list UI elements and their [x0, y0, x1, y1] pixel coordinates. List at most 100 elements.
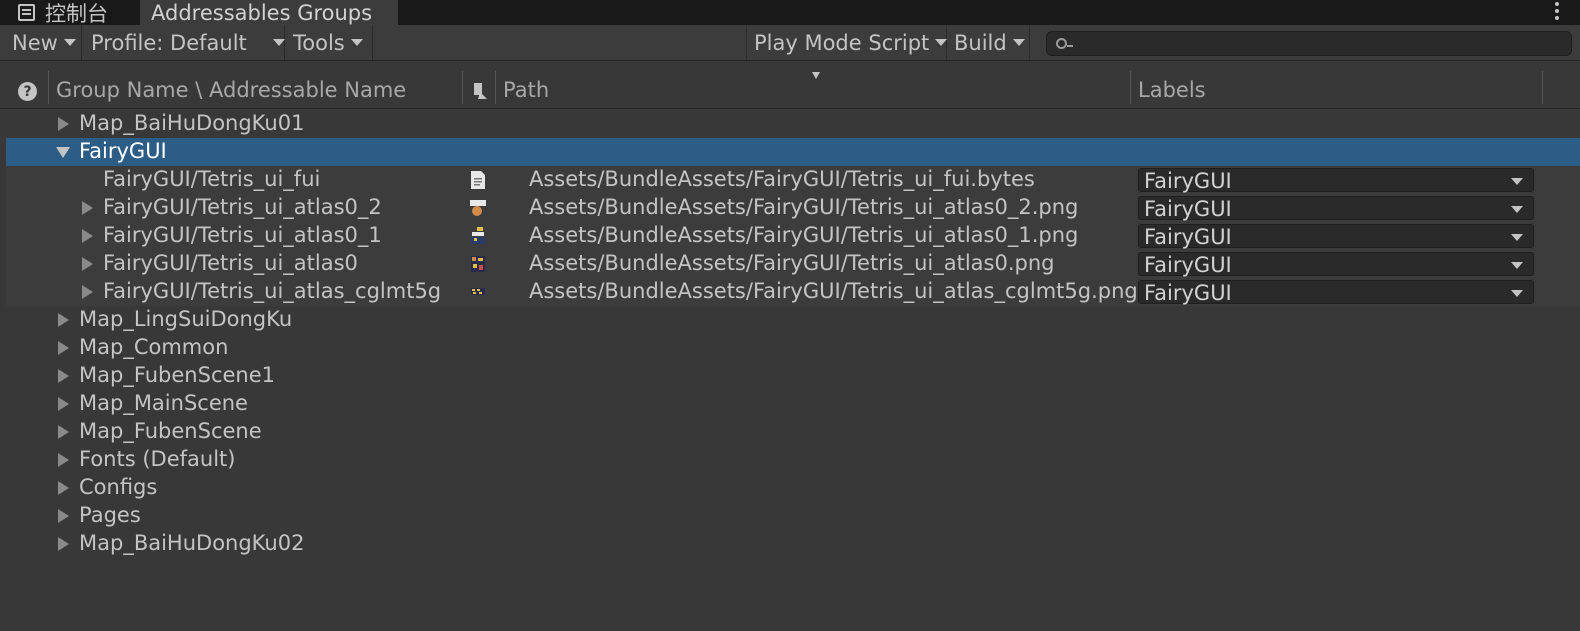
- texture-icon: [471, 288, 485, 295]
- column-divider[interactable]: [1130, 71, 1131, 104]
- entry-path: Assets/BundleAssets/FairyGUI/Tetris_ui_a…: [529, 279, 1138, 303]
- expand-arrow-icon[interactable]: [58, 453, 69, 467]
- chevron-down-icon: [350, 39, 363, 46]
- expand-arrow-icon[interactable]: [58, 509, 69, 523]
- group-row[interactable]: Fonts (Default): [6, 446, 1580, 474]
- expand-arrow-icon[interactable]: [82, 201, 93, 215]
- search-input[interactable]: [1046, 31, 1572, 56]
- expand-arrow-icon[interactable]: [58, 313, 69, 327]
- entry-row[interactable]: FairyGUI/Tetris_ui_atlas0_1 Assets/Bundl…: [6, 222, 1580, 250]
- tab-console-label: 控制台: [45, 1, 108, 26]
- expand-arrow-icon[interactable]: [58, 117, 69, 131]
- toolbar: New Profile: Default Tools Play Mode Scr…: [0, 25, 1580, 61]
- entry-name: FairyGUI/Tetris_ui_fui: [103, 167, 321, 191]
- group-name: FairyGUI: [79, 139, 167, 163]
- header-path[interactable]: Path: [503, 78, 549, 102]
- expand-arrow-icon[interactable]: [82, 257, 93, 271]
- texture-icon: [470, 200, 486, 216]
- chevron-down-icon: [935, 39, 948, 46]
- chevron-down-icon: [1511, 178, 1523, 185]
- play-mode-script-dropdown[interactable]: Play Mode Script: [746, 25, 948, 60]
- new-dropdown[interactable]: New: [0, 25, 82, 60]
- tab-addressables-label: Addressables Groups: [151, 0, 373, 25]
- search-icon: [1056, 38, 1073, 49]
- build-dropdown[interactable]: Build: [947, 25, 1030, 60]
- more-options-icon[interactable]: [1554, 0, 1560, 22]
- label-value: FairyGUI: [1144, 225, 1232, 249]
- column-divider[interactable]: [495, 71, 496, 104]
- group-row[interactable]: Pages: [6, 502, 1580, 530]
- entry-name: FairyGUI/Tetris_ui_atlas0_2: [103, 195, 382, 219]
- column-divider[interactable]: [462, 71, 463, 104]
- header-group-name[interactable]: Group Name \ Addressable Name: [56, 78, 406, 102]
- group-name: Fonts (Default): [79, 447, 236, 471]
- chevron-down-icon: [272, 39, 285, 46]
- entry-path: Assets/BundleAssets/FairyGUI/Tetris_ui_a…: [529, 195, 1079, 219]
- labels-dropdown[interactable]: FairyGUI: [1138, 196, 1534, 221]
- expand-arrow-icon[interactable]: [58, 425, 69, 439]
- tab-bar: 控制台 Addressables Groups: [0, 0, 1580, 26]
- entry-name: FairyGUI/Tetris_ui_atlas0: [103, 251, 358, 275]
- group-row[interactable]: Map_FubenScene1: [6, 362, 1580, 390]
- group-name: Map_MainScene: [79, 391, 248, 415]
- chevron-down-icon: [63, 39, 76, 46]
- chevron-down-icon: [1511, 290, 1523, 297]
- labels-dropdown[interactable]: FairyGUI: [1138, 224, 1534, 249]
- column-divider[interactable]: [48, 71, 49, 104]
- tools-dropdown[interactable]: Tools: [285, 25, 373, 60]
- header-labels[interactable]: Labels: [1138, 78, 1206, 102]
- profile-dropdown[interactable]: Profile: Default: [82, 25, 285, 60]
- group-row[interactable]: Map_Common: [6, 334, 1580, 362]
- column-divider[interactable]: [1542, 71, 1543, 104]
- entry-name: FairyGUI/Tetris_ui_atlas0_1: [103, 223, 382, 247]
- build-label: Build: [954, 30, 1007, 55]
- entry-path: Assets/BundleAssets/FairyGUI/Tetris_ui_f…: [529, 167, 1035, 191]
- group-row[interactable]: Map_BaiHuDongKu01: [6, 110, 1580, 138]
- entry-path: Assets/BundleAssets/FairyGUI/Tetris_ui_a…: [529, 251, 1055, 275]
- labels-dropdown[interactable]: FairyGUI: [1138, 280, 1534, 305]
- entry-row[interactable]: FairyGUI/Tetris_ui_atlas0_2 Assets/Bundl…: [6, 194, 1580, 222]
- new-label: New: [12, 30, 58, 55]
- group-name: Map_BaiHuDongKu01: [79, 111, 305, 135]
- group-name: Map_Common: [79, 335, 229, 359]
- play-mode-script-label: Play Mode Script: [754, 30, 930, 55]
- sort-arrow-icon: [812, 72, 820, 79]
- entry-name: FairyGUI/Tetris_ui_atlas_cglmt5g: [103, 279, 442, 303]
- label-value: FairyGUI: [1144, 197, 1232, 221]
- group-name: Map_FubenScene1: [79, 363, 276, 387]
- group-name: Pages: [79, 503, 141, 527]
- profile-label: Profile: Default: [91, 30, 247, 55]
- labels-dropdown[interactable]: FairyGUI: [1138, 252, 1534, 277]
- chevron-down-icon: [1511, 234, 1523, 241]
- expand-arrow-icon[interactable]: [58, 369, 69, 383]
- column-header: ? Group Name \ Addressable Name Path Lab…: [0, 62, 1580, 109]
- asset-type-icon: [474, 83, 487, 99]
- label-value: FairyGUI: [1144, 281, 1232, 305]
- collapse-arrow-icon[interactable]: [56, 147, 70, 158]
- entry-row[interactable]: FairyGUI/Tetris_ui_atlas0 Assets/BundleA…: [6, 250, 1580, 278]
- entry-row[interactable]: FairyGUI/Tetris_ui_fui Assets/BundleAsse…: [6, 166, 1580, 194]
- tab-addressables-groups[interactable]: Addressables Groups: [140, 0, 398, 25]
- expand-arrow-icon[interactable]: [58, 481, 69, 495]
- texture-icon: [471, 256, 485, 272]
- labels-dropdown[interactable]: FairyGUI: [1138, 168, 1534, 193]
- entry-path: Assets/BundleAssets/FairyGUI/Tetris_ui_a…: [529, 223, 1079, 247]
- tab-console[interactable]: 控制台: [0, 0, 137, 26]
- group-row[interactable]: FairyGUI: [6, 138, 1580, 166]
- expand-arrow-icon[interactable]: [58, 537, 69, 551]
- expand-arrow-icon[interactable]: [82, 229, 93, 243]
- group-row[interactable]: Map_LingSuiDongKu: [6, 306, 1580, 334]
- chevron-down-icon: [1511, 262, 1523, 269]
- chevron-down-icon: [1511, 206, 1523, 213]
- group-row[interactable]: Configs: [6, 474, 1580, 502]
- group-row[interactable]: Map_MainScene: [6, 390, 1580, 418]
- help-icon[interactable]: ?: [18, 82, 37, 101]
- group-row[interactable]: Map_BaiHuDongKu02: [6, 530, 1580, 558]
- label-value: FairyGUI: [1144, 169, 1232, 193]
- expand-arrow-icon[interactable]: [58, 397, 69, 411]
- expand-arrow-icon[interactable]: [82, 285, 93, 299]
- expand-arrow-icon[interactable]: [58, 341, 69, 355]
- entry-row[interactable]: FairyGUI/Tetris_ui_atlas_cglmt5g Assets/…: [6, 278, 1580, 306]
- group-row[interactable]: Map_FubenScene: [6, 418, 1580, 446]
- group-name: Map_BaiHuDongKu02: [79, 531, 305, 555]
